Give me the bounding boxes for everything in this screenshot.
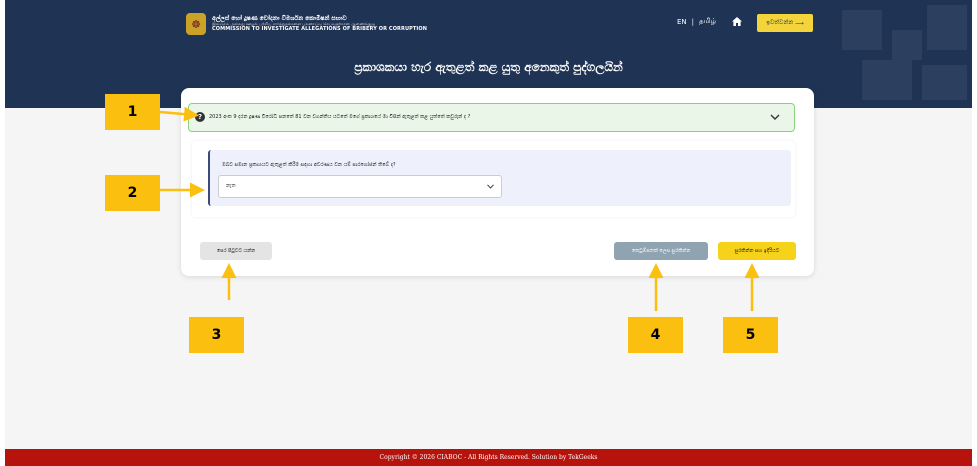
- callout-1: 1: [105, 94, 160, 130]
- callout-5: 5: [723, 317, 778, 353]
- logout-label: ඉවත්වන්න: [766, 19, 794, 26]
- save-draft-button[interactable]: කෙටුම්පතක් ලෙස සුරකින්න: [614, 242, 708, 260]
- answer-select[interactable]: නැත: [218, 175, 502, 198]
- callout-3: 3: [189, 317, 244, 353]
- lang-separator: |: [691, 17, 695, 26]
- header-decoration: [832, 0, 972, 108]
- callout-4: 4: [628, 317, 683, 353]
- callout-2: 2: [105, 175, 160, 211]
- lang-en-link[interactable]: EN: [677, 18, 687, 26]
- save-and-next-button[interactable]: සුරකින්න සහ ඉදිරියට: [718, 242, 796, 260]
- lang-ta-link[interactable]: தமிழ்: [699, 17, 716, 26]
- field-label: ඔබට සමාන ප්‍රකාශයට ඇතුළත් කිරීම සඳහා අවර…: [222, 162, 396, 168]
- select-value: නැත: [226, 183, 236, 189]
- language-switcher: EN | தமிழ்: [677, 17, 716, 26]
- question-icon: ?: [195, 112, 205, 122]
- logout-button[interactable]: ඉවත්වන්න ⟶: [757, 14, 813, 32]
- logo-line-english: COMMISSION TO INVESTIGATE ALLEGATIONS OF…: [212, 25, 427, 32]
- faq-question-text: 2023 අංක 9 දරන දූෂණ විරෝධී පනතේ 81 වන වග…: [209, 114, 471, 120]
- chevron-down-icon: [487, 184, 494, 189]
- arrow-right-icon: ⟶: [795, 20, 804, 27]
- back-button[interactable]: පෙර පිටුවට යන්න: [200, 242, 272, 260]
- footer-copyright: Copyright © 2026 CIABOC - All Rights Res…: [5, 449, 972, 466]
- site-logo[interactable]: ☸ අල්ලස් හෝ දූෂණ චෝදනා විමර්ශන කොමිෂන් ස…: [186, 13, 427, 35]
- faq-accordion[interactable]: ? 2023 අංක 9 දරන දූෂණ විරෝධී පනතේ 81 වන …: [188, 103, 795, 132]
- emblem-icon: ☸: [186, 13, 206, 35]
- page: ☸ අල්ලස් හෝ දූෂණ චෝදනා විමර්ශන කොමිෂන් ස…: [5, 0, 972, 466]
- chevron-down-icon[interactable]: [770, 113, 780, 121]
- page-title: ප්‍රකාශකයා හැර ඇතුළත් කළ යුතු අනෙකුත් පු…: [354, 60, 623, 74]
- home-icon[interactable]: [732, 17, 742, 26]
